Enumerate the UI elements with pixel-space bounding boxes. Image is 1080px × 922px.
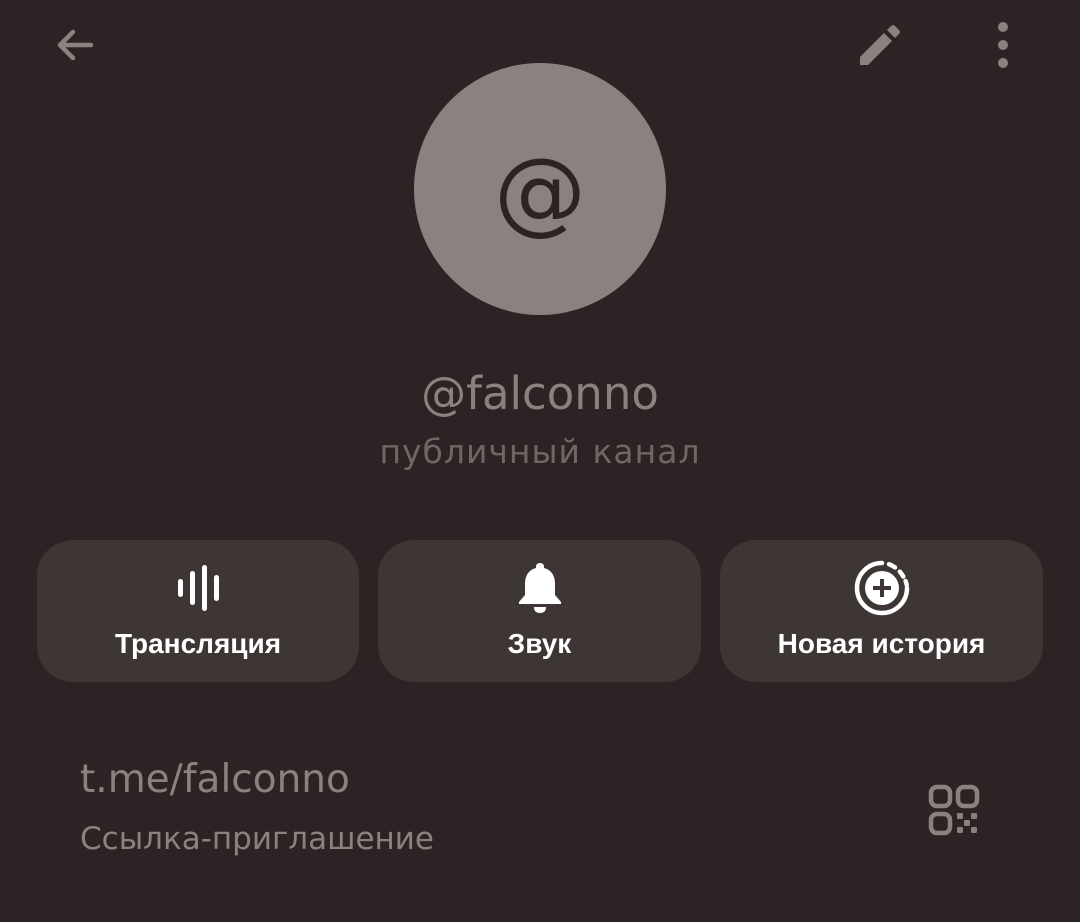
back-button[interactable] <box>35 5 115 85</box>
channel-info-screen: @ @falconno публичный канал Трансляция З… <box>0 0 1080 922</box>
add-story-icon <box>854 560 909 616</box>
new-story-label: Новая история <box>777 628 986 659</box>
channel-name: @falconno <box>421 367 659 420</box>
edit-button[interactable] <box>838 7 918 87</box>
qr-code-icon <box>928 784 980 836</box>
live-stream-label: Трансляция <box>114 628 282 659</box>
invite-link-caption: Ссылка-приглашение <box>80 821 435 857</box>
qr-code-button[interactable] <box>914 770 994 850</box>
channel-type: публичный канал <box>379 432 701 471</box>
new-story-button[interactable]: Новая история <box>720 540 1043 682</box>
invite-link-row[interactable]: t.me/falconno Ссылка-приглашение <box>0 740 1080 880</box>
sound-button[interactable]: Звук <box>378 540 701 682</box>
live-stream-icon <box>178 565 219 611</box>
avatar[interactable]: @ <box>414 63 666 315</box>
more-vertical-icon <box>998 22 1008 68</box>
live-stream-button[interactable]: Трансляция <box>37 540 359 682</box>
avatar-at-glyph: @ <box>494 138 586 245</box>
more-options-button[interactable] <box>963 5 1043 85</box>
arrow-left-icon <box>57 29 94 61</box>
pencil-icon <box>860 25 900 65</box>
bell-icon <box>518 563 561 613</box>
sound-label: Звук <box>507 628 572 659</box>
invite-link-url: t.me/falconno <box>80 757 350 802</box>
